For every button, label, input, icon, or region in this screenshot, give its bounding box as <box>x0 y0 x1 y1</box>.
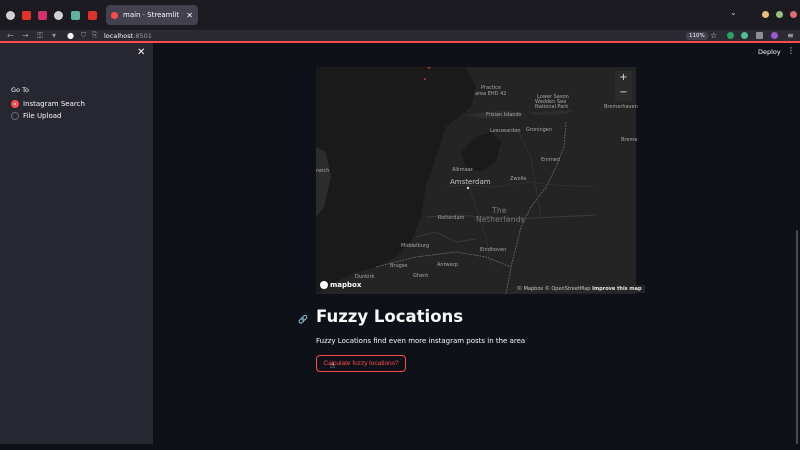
map-label: Rotterdam <box>438 215 465 221</box>
map-label: Zwolle <box>510 176 527 182</box>
close-tab-icon[interactable]: ✕ <box>186 11 193 20</box>
map-label: Antwerp <box>437 262 458 268</box>
map-zoom-controls: + − <box>615 71 632 101</box>
attribution-mapbox-link[interactable]: © Mapbox <box>517 286 543 292</box>
map-label: Breme <box>621 137 638 143</box>
forward-icon[interactable]: → <box>22 31 29 40</box>
map-label: Bremerhaven <box>604 104 638 110</box>
shield-icon: ⛉ <box>81 31 87 39</box>
radio-selected-icon <box>11 100 19 108</box>
zoom-out-button[interactable]: − <box>615 86 632 101</box>
pinned-tab-youtube[interactable] <box>18 0 35 30</box>
map-label: rwich <box>316 168 330 174</box>
pinned-tab-github-2[interactable] <box>50 0 67 30</box>
main-menu-icon[interactable]: ⋮ <box>787 46 795 55</box>
pinned-tab-github[interactable] <box>2 0 19 30</box>
map-label: The <box>492 206 507 215</box>
map-attribution: © Mapbox © OpenStreetMap Improve this ma… <box>514 285 645 293</box>
mouse-pointer-icon: ☝ <box>330 361 335 370</box>
pinned-tab-app[interactable] <box>67 0 84 30</box>
attribution-osm-link[interactable]: © OpenStreetMap <box>545 286 591 292</box>
page-title: Fuzzy Locations <box>316 307 464 326</box>
zoom-in-button[interactable]: + <box>615 71 632 86</box>
bookmark-star-icon[interactable]: ☆ <box>710 31 717 40</box>
app-icon <box>71 10 80 20</box>
improve-map-link[interactable]: Improve this map <box>592 286 642 292</box>
mapbox-logo-text: mapbox <box>330 281 362 289</box>
tab-title: main · Streamlit <box>123 11 180 19</box>
account-icon[interactable] <box>771 32 778 39</box>
map-label: Ghent <box>413 273 429 279</box>
close-window-button[interactable] <box>790 11 797 18</box>
zoom-level-badge[interactable]: 110% <box>686 32 708 40</box>
map-label: Middelburg <box>401 243 430 249</box>
deploy-button[interactable]: Deploy <box>758 48 781 56</box>
radio-label: Instagram Search <box>23 100 85 108</box>
pinned-tab-instagram[interactable] <box>34 0 51 30</box>
youtube-icon <box>88 10 97 20</box>
map-label: Emmen <box>541 157 561 163</box>
extension-badge-icon[interactable]: ● <box>67 31 74 40</box>
extensions-puzzle-icon[interactable] <box>756 32 763 39</box>
browser-tab-strip: main · Streamlit ✕ ⌄ <box>0 0 800 30</box>
map-label: Frisian Islands <box>486 112 522 118</box>
sidebar: ✕ Go To Instagram Search File Upload <box>0 43 153 444</box>
radio-label: File Upload <box>23 112 62 120</box>
map-label: Bruges <box>390 263 408 269</box>
map-label: National Park <box>535 104 569 110</box>
link-anchor-icon[interactable]: 🔗 <box>296 313 310 327</box>
page-info-icon: ⎘ <box>92 31 98 39</box>
github-icon <box>54 10 63 20</box>
instagram-icon <box>38 10 47 20</box>
map-label: Amsterdam <box>450 178 491 186</box>
map-label: Eindhoven <box>480 247 507 253</box>
back-icon[interactable]: ← <box>7 31 14 40</box>
sidebar-section-label: Go To <box>11 86 29 94</box>
close-sidebar-icon[interactable]: ✕ <box>137 47 145 58</box>
list-all-tabs-icon[interactable]: ⌄ <box>730 8 737 17</box>
maximize-window-button[interactable] <box>776 11 783 18</box>
key-icon[interactable]: ⚿ <box>37 31 43 41</box>
minimize-window-button[interactable] <box>762 11 769 18</box>
map-label: area EHD 42 <box>475 91 507 97</box>
active-tab[interactable]: main · Streamlit ✕ <box>106 5 198 25</box>
map-label: Alkmaar <box>452 167 473 173</box>
extension-icon[interactable] <box>741 32 748 39</box>
map-label: Dunkirk <box>355 274 375 280</box>
page-description: Fuzzy Locations find even more instagram… <box>316 337 526 345</box>
github-icon <box>6 10 15 20</box>
url-host: localhost <box>104 32 134 40</box>
pocket-icon[interactable]: ▾ <box>52 31 56 40</box>
mapbox-logo[interactable]: mapbox <box>320 281 361 289</box>
radio-unselected-icon <box>11 112 19 120</box>
main-scrollbar[interactable] <box>796 230 798 444</box>
map-label: Leeuwarden <box>490 128 521 134</box>
radio-instagram-search[interactable]: Instagram Search <box>11 100 85 108</box>
youtube-icon <box>22 10 31 20</box>
browser-nav-bar: ← → ⚿ ▾ ● ⛉ ⎘ localhost:8501 110% ☆ ≡ <box>0 30 800 43</box>
hamburger-menu-icon[interactable]: ≡ <box>787 31 794 40</box>
url-bar[interactable]: ⛉ ⎘ localhost:8501 <box>78 31 708 41</box>
map-label: Netherlands <box>476 215 526 224</box>
streamlit-icon <box>111 11 118 19</box>
url-port: :8501 <box>133 32 152 40</box>
pinned-tab-youtube-2[interactable] <box>84 0 101 30</box>
mapbox-logo-icon <box>320 281 328 289</box>
vpn-extension-icon[interactable] <box>727 32 734 39</box>
radio-file-upload[interactable]: File Upload <box>11 112 61 120</box>
map-label: Groningen <box>526 127 553 133</box>
url-text: localhost:8501 <box>104 32 152 40</box>
